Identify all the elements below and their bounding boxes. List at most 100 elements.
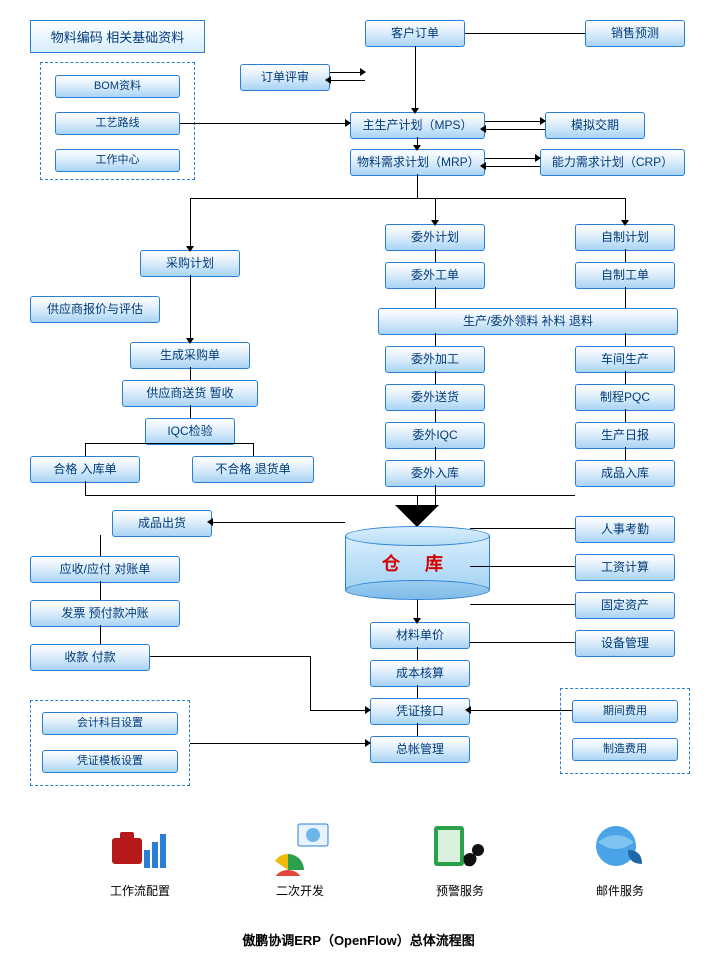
arrow-line <box>485 166 540 167</box>
label: 不合格 退货单 <box>215 462 290 476</box>
label: 生成采购单 <box>160 348 220 362</box>
label: 傲鹏协调ERP（OpenFlow）总体流程图 <box>242 933 475 948</box>
arrow-line <box>470 642 575 643</box>
label: 会计科目设置 <box>77 717 143 729</box>
arrow-line <box>625 371 626 384</box>
label: 成本核算 <box>396 666 444 680</box>
node-fixed: 固定资产 <box>575 592 675 619</box>
arrow-line <box>310 656 311 710</box>
node-invoice: 发票 预付款冲账 <box>30 600 180 627</box>
label: 工资计算 <box>601 560 649 574</box>
node-customer-order: 客户订单 <box>365 20 465 47</box>
arrow-line <box>485 129 545 130</box>
arrow-line <box>417 685 418 698</box>
node-bom: BOM资料 <box>55 75 180 98</box>
node-att: 人事考勤 <box>575 516 675 543</box>
arrow-line <box>100 535 101 556</box>
arrow-line <box>85 443 253 444</box>
label: 邮件服务 <box>596 884 644 898</box>
node-iqc: IQC检验 <box>145 418 235 445</box>
label: 合格 入库单 <box>53 462 116 476</box>
node-pass-in: 合格 入库单 <box>30 456 140 483</box>
arrow-line <box>435 249 436 262</box>
node-procure-plan: 采购计划 <box>140 250 240 277</box>
node-voucher-if: 凭证接口 <box>370 698 470 725</box>
label: 凭证接口 <box>396 704 444 718</box>
label: 自制工单 <box>601 268 649 282</box>
arrow-line <box>470 528 575 529</box>
briefcase-chart-icon <box>108 820 172 876</box>
arrow-down-icon <box>621 220 629 226</box>
arrow-line <box>253 443 254 456</box>
node-material-code: 物料编码 相关基础资料 <box>30 20 205 53</box>
label: 订单评审 <box>261 70 309 84</box>
arrow-line <box>85 495 575 496</box>
arrow-line <box>150 656 310 657</box>
node-out-wo: 委外工单 <box>385 262 485 289</box>
arrow-line <box>310 710 370 711</box>
arrow-left-icon <box>480 125 486 133</box>
label: 委外计划 <box>411 230 459 244</box>
arrow-right-icon <box>540 117 546 125</box>
arrow-line <box>417 495 418 505</box>
node-out-proc: 委外加工 <box>385 346 485 373</box>
node-simulate-due: 模拟交期 <box>545 112 645 139</box>
arrow-line <box>180 123 350 124</box>
label: 应收/应付 对账单 <box>60 562 151 576</box>
arrow-line <box>190 198 191 250</box>
label: 工艺路线 <box>96 117 140 129</box>
label: 模拟交期 <box>571 118 619 132</box>
arrow-line <box>485 158 540 159</box>
arrow-down-icon <box>431 220 439 226</box>
node-ship-out: 成品出货 <box>112 510 212 537</box>
arrow-down-icon <box>413 618 421 624</box>
node-mps: 主生产计划（MPS） <box>350 112 485 139</box>
node-picking: 生产/委外领料 补料 退料 <box>378 308 678 335</box>
label: 自制计划 <box>601 230 649 244</box>
arrow-down-icon <box>186 246 194 252</box>
arrow-down-icon <box>186 338 194 344</box>
label: 供应商送货 暂收 <box>146 386 233 400</box>
label: 二次开发 <box>276 884 324 898</box>
globe-mail-icon <box>588 820 652 876</box>
label: 预警服务 <box>436 884 484 898</box>
arrow-line <box>190 198 625 199</box>
node-out-ship: 委外送货 <box>385 384 485 411</box>
node-supplier-ship: 供应商送货 暂收 <box>122 380 258 407</box>
footer-dev: 二次开发 <box>240 820 360 899</box>
arrow-line <box>625 249 626 262</box>
node-mfg-exp: 制造费用 <box>572 738 678 761</box>
label: 销售预测 <box>611 26 659 40</box>
arrow-line <box>625 333 626 346</box>
arrow-line <box>435 287 436 308</box>
label: BOM资料 <box>94 80 141 92</box>
arrow-line <box>415 46 416 112</box>
big-arrow-down-icon <box>395 505 439 527</box>
label: 委外入库 <box>411 466 459 480</box>
footer-alert: 预警服务 <box>400 820 520 899</box>
label: 设备管理 <box>601 636 649 650</box>
arrow-line <box>435 409 436 422</box>
arrow-line <box>190 405 191 418</box>
node-routing: 工艺路线 <box>55 112 180 135</box>
footer-mail: 邮件服务 <box>560 820 680 899</box>
node-daily: 生产日报 <box>575 422 675 449</box>
warehouse-cylinder: 仓 库 <box>345 526 490 600</box>
node-pqc: 制程PQC <box>575 384 675 411</box>
node-supplier-quote: 供应商报价与评估 <box>30 296 160 323</box>
node-gen-po: 生成采购单 <box>130 342 250 369</box>
arrow-line <box>85 443 86 456</box>
label: 物料编码 相关基础资料 <box>51 30 185 45</box>
label: 制造费用 <box>603 743 647 755</box>
arrow-left-icon <box>325 76 331 84</box>
arrow-right-icon <box>535 154 541 162</box>
node-sales-forecast: 销售预测 <box>585 20 685 47</box>
arrow-down-icon <box>411 108 419 114</box>
node-period-exp: 期间费用 <box>572 700 678 723</box>
label: 工作中心 <box>96 154 140 166</box>
label: 采购计划 <box>166 256 214 270</box>
arrow-line <box>625 447 626 460</box>
arrow-line <box>470 604 575 605</box>
label: 固定资产 <box>601 598 649 612</box>
node-pay: 收款 付款 <box>30 644 150 671</box>
